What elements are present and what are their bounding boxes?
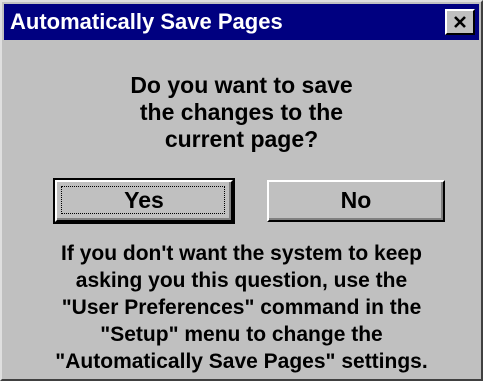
question-text: Do you want to save the changes to the c… bbox=[2, 72, 481, 153]
yes-button-label: Yes bbox=[124, 187, 164, 213]
save-pages-dialog: Automatically Save Pages Do you want to … bbox=[0, 0, 483, 381]
close-button[interactable] bbox=[445, 9, 475, 35]
info-line: "Setup" menu to change the bbox=[100, 323, 383, 346]
no-button[interactable]: No bbox=[267, 180, 445, 222]
info-line: asking you this question, use the bbox=[75, 269, 408, 292]
title-bar[interactable]: Automatically Save Pages bbox=[4, 4, 479, 40]
info-line: "Automatically Save Pages" settings. bbox=[55, 350, 428, 373]
dialog-title: Automatically Save Pages bbox=[10, 9, 283, 34]
info-text: If you don't want the system to keep ask… bbox=[2, 240, 481, 375]
question-line: the changes to the bbox=[139, 99, 344, 125]
question-line: Do you want to save bbox=[130, 72, 353, 98]
yes-button[interactable]: Yes bbox=[53, 178, 235, 224]
no-button-label: No bbox=[340, 187, 372, 213]
info-line: If you don't want the system to keep bbox=[61, 242, 422, 265]
question-line: current page? bbox=[164, 126, 319, 152]
info-line: "User Preferences" command in the bbox=[61, 296, 422, 319]
close-icon bbox=[454, 16, 466, 28]
